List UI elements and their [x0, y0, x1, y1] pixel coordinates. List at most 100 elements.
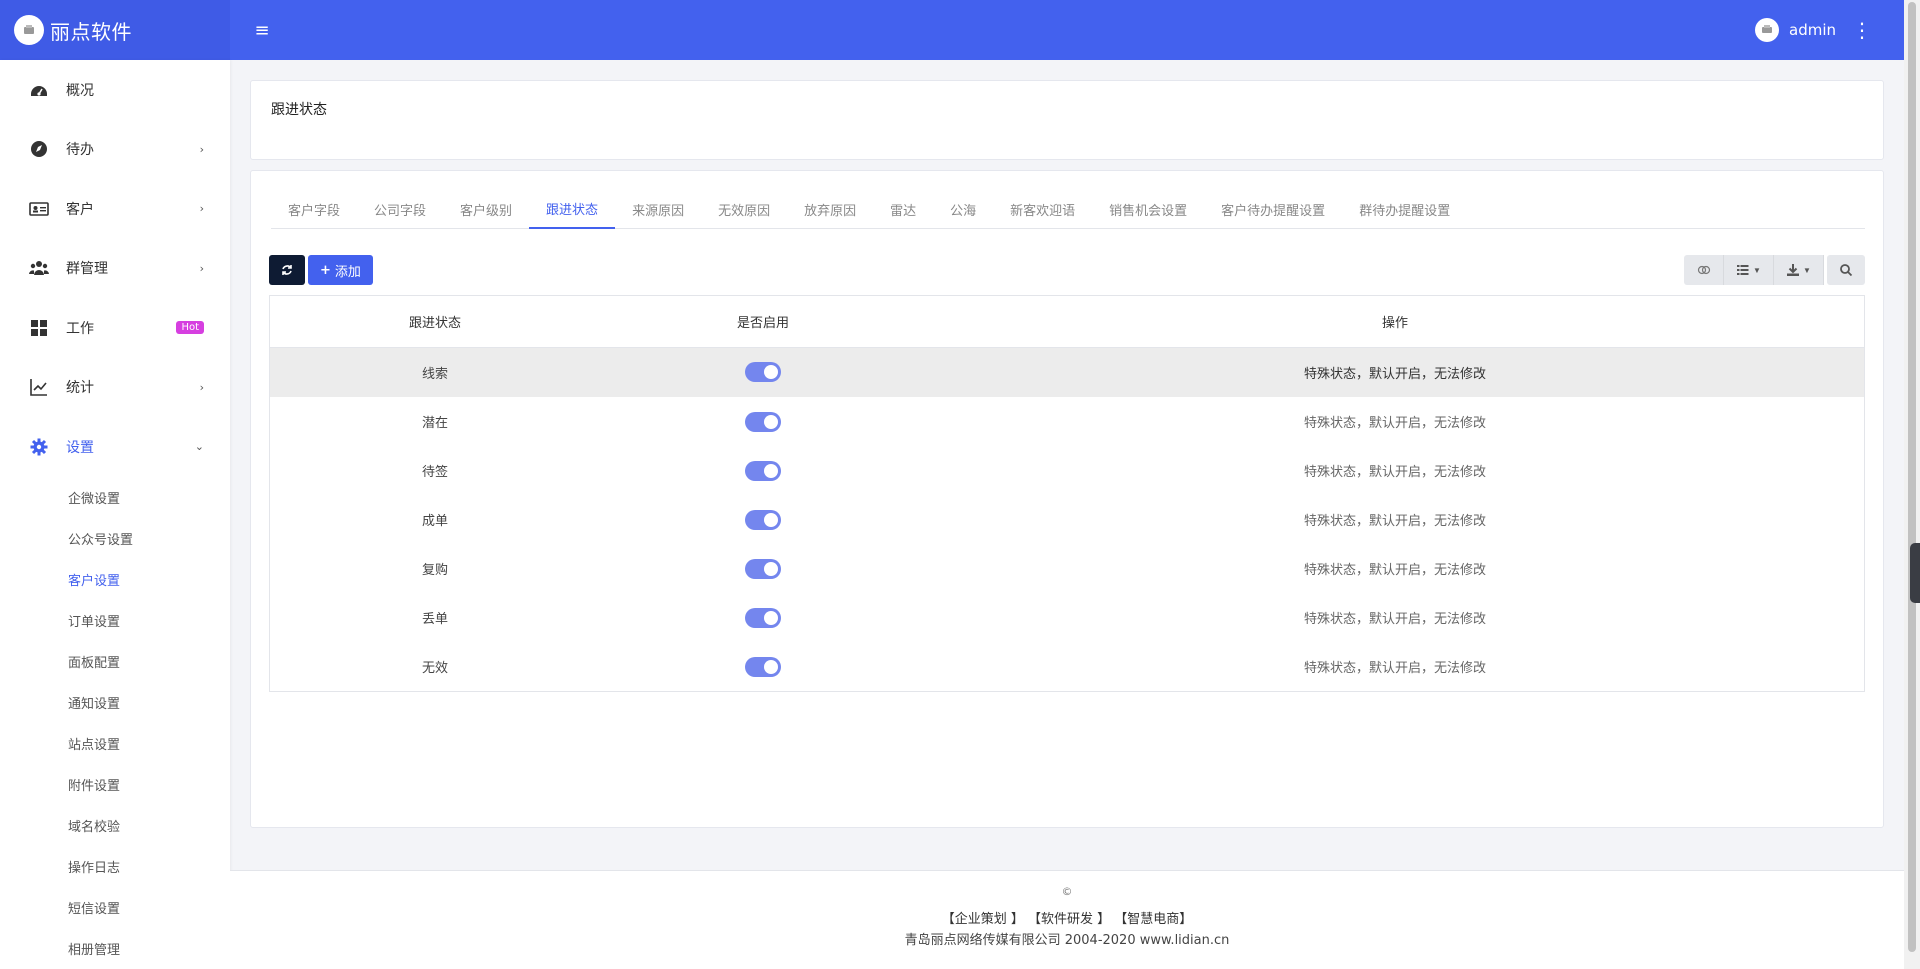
plus-icon: + — [320, 262, 331, 278]
enabled-toggle[interactable] — [745, 460, 781, 481]
refresh-button[interactable] — [269, 255, 305, 285]
id-card-icon — [28, 198, 50, 220]
sidebar-item-label: 概况 — [66, 82, 94, 99]
chevron-right-icon: › — [199, 142, 204, 156]
search-icon — [1840, 264, 1853, 277]
table-header-row: 跟进状态 是否启用 操作 — [270, 296, 1864, 348]
submenu-item[interactable]: 附件设置 — [0, 764, 230, 805]
enabled-toggle[interactable] — [745, 656, 781, 677]
brand[interactable]: 丽点软件 — [0, 0, 230, 60]
enabled-toggle[interactable] — [745, 509, 781, 530]
tab-company-fields[interactable]: 公司字段 — [357, 189, 443, 229]
tab-bar: 客户字段 公司字段 客户级别 跟进状态 来源原因 无效原因 放弃原因 雷达 公海… — [271, 189, 1865, 229]
submenu-item[interactable]: 相册管理 — [0, 928, 230, 969]
user-area: admin ⋮ — [1755, 18, 1904, 42]
page-title-card: 跟进状态 — [250, 80, 1884, 160]
submenu-item[interactable]: 面板配置 — [0, 641, 230, 682]
tab-public-pool[interactable]: 公海 — [933, 189, 993, 229]
export-dropdown-button[interactable]: ▼ — [1774, 255, 1824, 285]
sidebar-item-settings[interactable]: 设置 ⌄ — [0, 417, 230, 477]
enabled-cell — [600, 593, 926, 642]
submenu-item[interactable]: 站点设置 — [0, 723, 230, 764]
submenu-item[interactable]: 短信设置 — [0, 887, 230, 928]
enabled-toggle[interactable] — [745, 607, 781, 628]
submenu-item[interactable]: 订单设置 — [0, 600, 230, 641]
action-note: 特殊状态，默认开启，无法修改 — [1303, 661, 1486, 676]
sidebar-item-overview[interactable]: 概况 — [0, 60, 230, 120]
sidebar-item-label: 统计 — [66, 380, 94, 397]
tab-customer-todo-reminder[interactable]: 客户待办提醒设置 — [1204, 189, 1342, 229]
submenu-item[interactable]: 操作日志 — [0, 846, 230, 887]
enabled-toggle[interactable] — [745, 411, 781, 432]
tab-invalid-reason[interactable]: 无效原因 — [701, 189, 787, 229]
toggle-view-button[interactable] — [1684, 255, 1724, 285]
vertical-scrollbar[interactable] — [1904, 0, 1920, 969]
side-panel-handle[interactable] — [1910, 543, 1920, 603]
enabled-cell — [600, 495, 926, 544]
sidebar-item-group[interactable]: 群管理 › — [0, 239, 230, 299]
sidebar-item-customer[interactable]: 客户 › — [0, 179, 230, 239]
download-icon — [1787, 264, 1800, 276]
columns-dropdown-button[interactable]: ▼ — [1724, 255, 1774, 285]
tab-group-todo-reminder[interactable]: 群待办提醒设置 — [1342, 189, 1467, 229]
hot-badge: Hot — [176, 321, 204, 335]
list-icon — [1737, 265, 1749, 275]
user-name[interactable]: admin — [1789, 21, 1836, 39]
submenu-item[interactable]: 公众号设置 — [0, 518, 230, 559]
tab-customer-level[interactable]: 客户级别 — [443, 189, 529, 229]
sidebar-item-label: 工作 — [66, 320, 94, 337]
settings-submenu: 企微设置 公众号设置 客户设置 订单设置 面板配置 通知设置 站点设置 附件设置… — [0, 477, 230, 969]
more-vertical-icon[interactable]: ⋮ — [1852, 20, 1872, 40]
footer-link-ecommerce[interactable]: 【智慧电商】 — [1114, 912, 1192, 927]
status-cell: 无效 — [421, 661, 448, 676]
action-note: 特殊状态，默认开启，无法修改 — [1303, 563, 1486, 578]
sidebar-item-stats[interactable]: 统计 › — [0, 358, 230, 418]
tab-abandon-reason[interactable]: 放弃原因 — [787, 189, 873, 229]
menu-toggle-icon[interactable]: ≡ — [250, 18, 274, 42]
search-button[interactable] — [1827, 255, 1865, 285]
enabled-toggle[interactable] — [745, 362, 781, 383]
sidebar-item-todo[interactable]: 待办 › — [0, 120, 230, 180]
tab-source-reason[interactable]: 来源原因 — [615, 189, 701, 229]
brand-logo-icon — [14, 15, 44, 45]
chevron-down-icon: ⌄ — [194, 440, 204, 454]
column-header-enabled[interactable]: 是否启用 — [600, 296, 926, 348]
submenu-item[interactable]: 通知设置 — [0, 682, 230, 723]
compass-icon — [28, 138, 50, 160]
main-card: 客户字段 公司字段 客户级别 跟进状态 来源原因 无效原因 放弃原因 雷达 公海… — [250, 170, 1884, 828]
submenu-item-active[interactable]: 客户设置 — [0, 559, 230, 600]
chevron-right-icon: › — [199, 202, 204, 216]
table-row: 丢单 特殊状态，默认开启，无法修改 — [270, 593, 1864, 642]
enabled-toggle[interactable] — [745, 558, 781, 579]
chart-line-icon — [28, 376, 50, 398]
footer-link-planning[interactable]: 【企业策划 】 — [942, 912, 1024, 927]
submenu-item[interactable]: 企微设置 — [0, 477, 230, 518]
tab-follow-status[interactable]: 跟进状态 — [529, 189, 616, 229]
table-row: 待签 特殊状态，默认开启，无法修改 — [270, 446, 1864, 495]
sidebar-item-work[interactable]: 工作 Hot — [0, 298, 230, 358]
submenu-item[interactable]: 域名校验 — [0, 805, 230, 846]
table-row: 成单 特殊状态，默认开启，无法修改 — [270, 495, 1864, 544]
footer-link-software[interactable]: 【软件研发 】 — [1028, 912, 1110, 927]
sidebar-item-label: 待办 — [66, 142, 94, 159]
footer: © 【企业策划 】 【软件研发 】 【智慧电商】 青岛丽点网络传媒有限公司 20… — [230, 870, 1904, 969]
avatar[interactable] — [1755, 18, 1779, 42]
status-cell: 线索 — [270, 347, 600, 397]
tab-welcome-message[interactable]: 新客欢迎语 — [993, 189, 1092, 229]
tab-sales-opportunity[interactable]: 销售机会设置 — [1092, 189, 1204, 229]
caret-down-icon: ▼ — [1803, 265, 1811, 275]
scrollbar-thumb[interactable] — [1908, 2, 1916, 952]
tab-radar[interactable]: 雷达 — [873, 189, 933, 229]
column-header-status[interactable]: 跟进状态 — [270, 296, 600, 348]
enabled-cell — [600, 347, 926, 397]
chevron-right-icon: › — [199, 261, 204, 275]
tab-customer-fields[interactable]: 客户字段 — [271, 189, 357, 229]
action-note: 特殊状态，默认开启，无法修改 — [1303, 416, 1486, 431]
users-icon — [28, 257, 50, 279]
column-header-actions[interactable]: 操作 — [926, 296, 1864, 348]
sidebar-item-label: 设置 — [66, 439, 94, 456]
table-row: 线索 特殊状态，默认开启，无法修改 — [270, 347, 1864, 397]
footer-links: 【企业策划 】 【软件研发 】 【智慧电商】 — [230, 908, 1904, 927]
action-note: 特殊状态，默认开启，无法修改 — [926, 347, 1864, 397]
add-button[interactable]: + 添加 — [308, 255, 373, 285]
